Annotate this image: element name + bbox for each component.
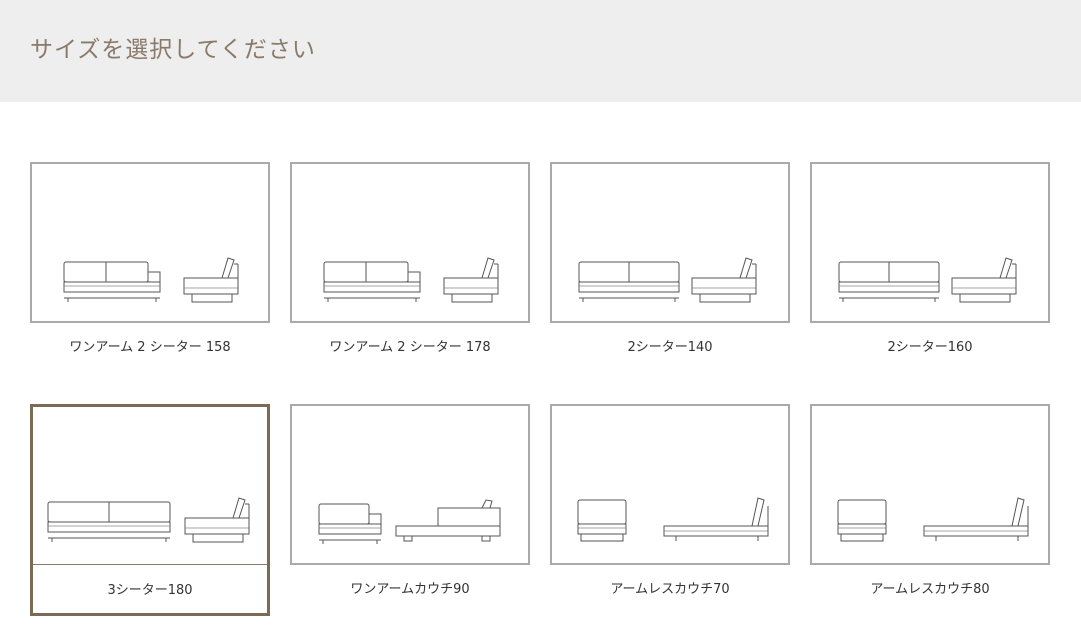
sofa-diagram-onearm-couch xyxy=(290,404,530,565)
sofa-line-drawing xyxy=(63,257,239,303)
sofa-diagram-2seater xyxy=(550,162,790,323)
size-label: アームレスカウチ70 xyxy=(610,582,730,597)
sofa-line-drawing xyxy=(578,257,757,303)
sofa-diagram-onearm2 xyxy=(30,162,270,323)
size-option-onearm-couch-90[interactable]: ワンアームカウチ90 xyxy=(290,404,530,606)
size-label: 3シーター180 xyxy=(107,583,193,598)
size-option-armless-couch-70[interactable]: アームレスカウチ70 xyxy=(550,404,790,606)
sofa-line-drawing xyxy=(47,497,250,543)
sofa-diagram-armless-couch xyxy=(810,404,1050,565)
size-option-onearm2-178[interactable]: ワンアーム 2 シーター 178 xyxy=(290,162,530,364)
size-label: 2シーター140 xyxy=(627,340,713,355)
size-grid: ワンアーム 2 シーター 158 ワンアーム 2 シーター 178 2シーター1… xyxy=(30,162,1051,616)
size-option-2seater-140[interactable]: 2シーター140 xyxy=(550,162,790,364)
page-title: サイズを選択してください xyxy=(30,37,316,63)
sofa-line-drawing xyxy=(323,257,499,303)
size-label: ワンアームカウチ90 xyxy=(350,582,470,597)
sofa-line-drawing xyxy=(318,499,501,544)
size-option-armless-couch-80[interactable]: アームレスカウチ80 xyxy=(810,404,1050,606)
page-header: サイズを選択してください xyxy=(0,0,1081,102)
sofa-line-drawing xyxy=(838,257,1017,303)
size-label: ワンアーム 2 シーター 158 xyxy=(69,340,231,355)
sofa-diagram-onearm2 xyxy=(290,162,530,323)
sofa-line-drawing xyxy=(837,497,1029,542)
sofa-diagram-armless-couch xyxy=(550,404,790,565)
sofa-diagram-3seater xyxy=(30,404,270,565)
size-label: 2シーター160 xyxy=(887,340,973,355)
size-option-3seater-180[interactable]: 3シーター180 xyxy=(30,404,270,616)
size-option-onearm2-158[interactable]: ワンアーム 2 シーター 158 xyxy=(30,162,270,364)
sofa-diagram-2seater xyxy=(810,162,1050,323)
size-label: ワンアーム 2 シーター 178 xyxy=(329,340,491,355)
size-label: アームレスカウチ80 xyxy=(870,582,990,597)
size-option-2seater-160[interactable]: 2シーター160 xyxy=(810,162,1050,364)
sofa-line-drawing xyxy=(577,497,769,542)
